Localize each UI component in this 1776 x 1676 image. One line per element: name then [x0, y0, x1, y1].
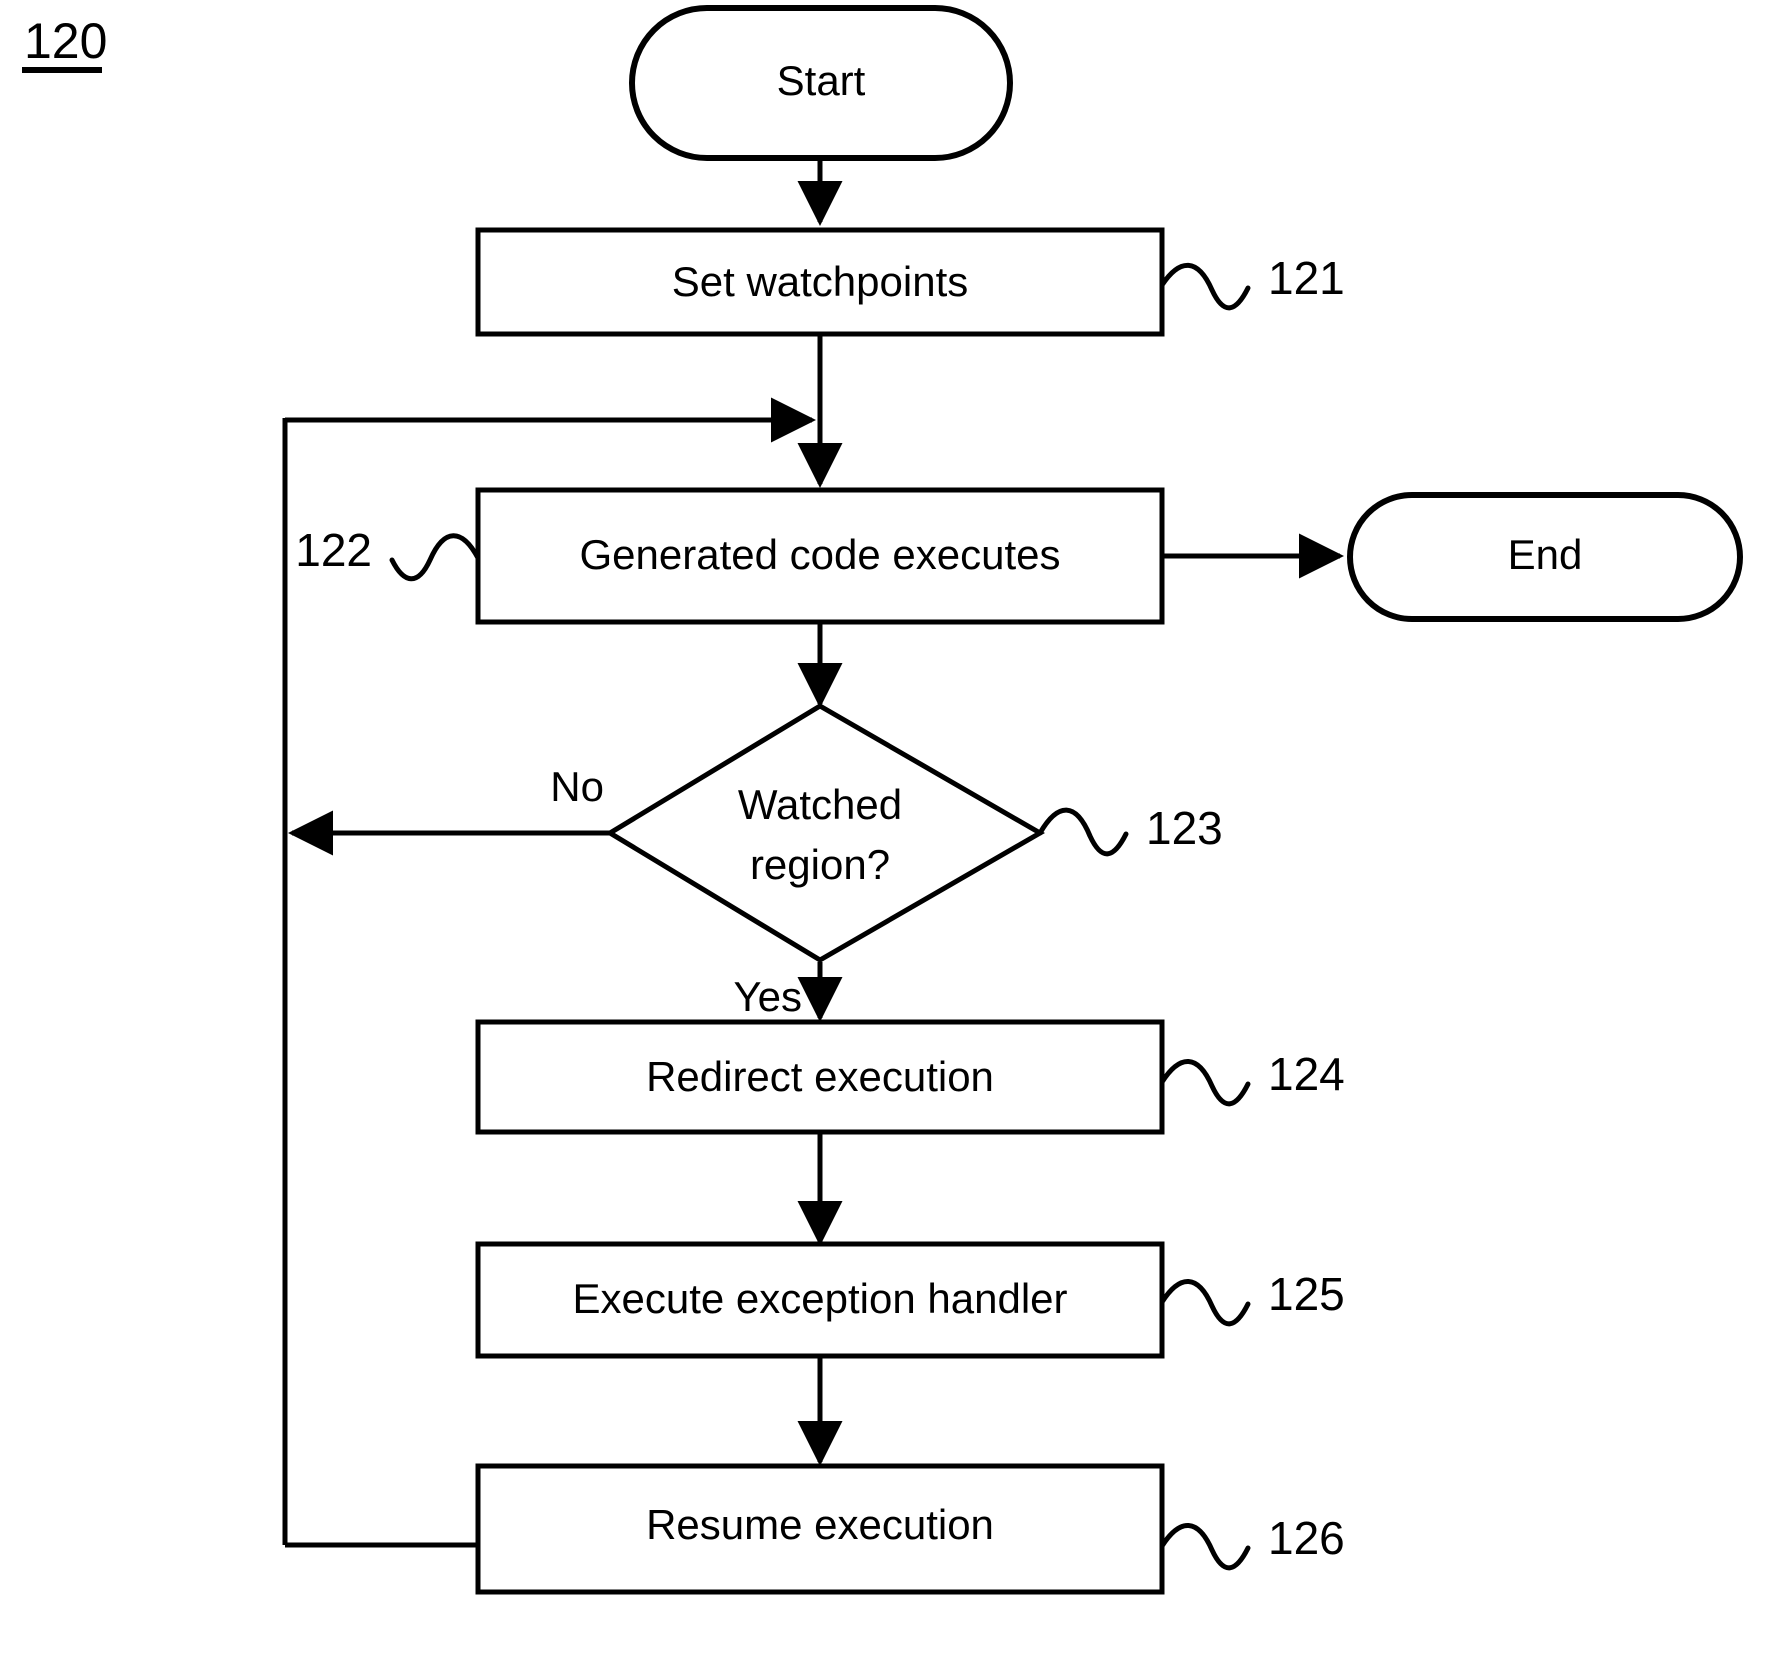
- watched-region-label-line2: region?: [750, 841, 890, 888]
- ref-121-text: 121: [1268, 252, 1345, 304]
- watched-region-shape: [605, 703, 1046, 963]
- figure-root: 120 Start Set watchpoints 121 Generated …: [0, 0, 1776, 1676]
- ref-121-squiggle: [1159, 262, 1251, 311]
- ref-124-text: 124: [1268, 1048, 1345, 1100]
- execute-exception-handler-label: Execute exception handler: [573, 1275, 1068, 1322]
- node-end[interactable]: End: [1347, 492, 1743, 622]
- ref-leader-122: 122: [295, 524, 481, 582]
- resume-execution-label: Resume execution: [646, 1501, 994, 1548]
- flowchart-diagram: 120 Start Set watchpoints 121 Generated …: [22, 5, 1743, 1595]
- ref-leader-125: 125: [1159, 1268, 1345, 1327]
- ref-126-text: 126: [1268, 1512, 1345, 1564]
- node-resume-execution[interactable]: Resume execution: [475, 1463, 1165, 1595]
- redirect-execution-label: Redirect execution: [646, 1053, 994, 1100]
- ref-123-squiggle: [1037, 807, 1129, 857]
- node-generated-code-executes[interactable]: Generated code executes: [475, 487, 1165, 625]
- figure-number: 120: [22, 13, 107, 73]
- edge-label-no: No: [550, 763, 604, 810]
- ref-125-squiggle: [1159, 1279, 1251, 1327]
- ref-leader-123: 123: [1037, 802, 1223, 857]
- start-label: Start: [777, 57, 866, 104]
- ref-126-squiggle: [1159, 1523, 1251, 1571]
- set-watchpoints-label: Set watchpoints: [672, 258, 969, 305]
- ref-122-text: 122: [295, 524, 372, 576]
- end-label: End: [1508, 531, 1583, 578]
- ref-122-squiggle: [389, 533, 481, 582]
- generated-code-executes-label: Generated code executes: [580, 531, 1061, 578]
- figure-number-text: 120: [24, 13, 107, 69]
- node-start[interactable]: Start: [629, 5, 1013, 161]
- ref-125-text: 125: [1268, 1268, 1345, 1320]
- node-execute-exception-handler[interactable]: Execute exception handler: [475, 1241, 1165, 1359]
- node-watched-region-decision[interactable]: Watched region?: [605, 703, 1046, 963]
- node-redirect-execution[interactable]: Redirect execution: [475, 1019, 1165, 1135]
- ref-leader-124: 124: [1159, 1048, 1345, 1107]
- ref-leader-126: 126: [1159, 1512, 1345, 1571]
- node-set-watchpoints[interactable]: Set watchpoints: [475, 227, 1165, 337]
- edge-label-yes: Yes: [733, 973, 802, 1020]
- watched-region-label-line1: Watched: [738, 781, 902, 828]
- ref-124-squiggle: [1159, 1059, 1251, 1107]
- ref-123-text: 123: [1146, 802, 1223, 854]
- ref-leader-121: 121: [1159, 252, 1345, 311]
